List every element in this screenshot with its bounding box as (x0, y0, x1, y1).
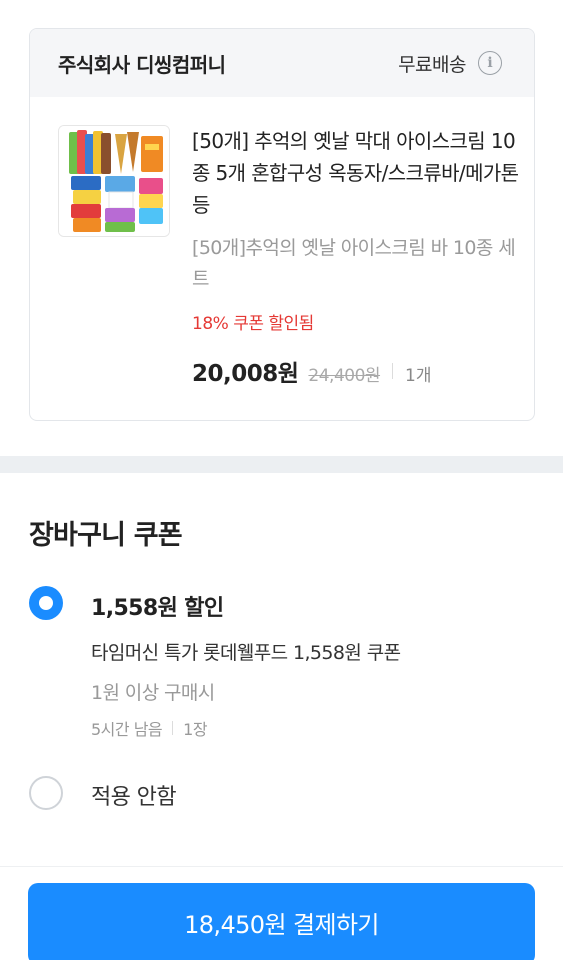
coupon-meta: 5시간 남음 1장 (91, 716, 208, 740)
no-apply-label: 적용 안함 (91, 785, 177, 810)
original-price: 24,400원 (308, 366, 381, 386)
product-title[interactable]: [50개] 추억의 옛날 막대 아이스크림 10종 5개 혼합구성 옥동자/스크… (192, 125, 522, 221)
pay-button[interactable]: 18,450원 결제하기 (28, 883, 535, 960)
coupon-amount: 1,558원 할인 (91, 596, 224, 621)
info-icon[interactable]: i (478, 51, 502, 75)
final-price: 20,008원 (192, 361, 299, 387)
quantity: 1개 (405, 366, 432, 386)
seller-name: 주식회사 디씽컴퍼니 (58, 52, 226, 77)
coupon-time-left: 5시간 남음 (91, 720, 163, 739)
footer-divider (0, 866, 563, 867)
product-info: [50개] 추억의 옛날 막대 아이스크림 10종 5개 혼합구성 옥동자/스크… (192, 125, 522, 388)
radio-selected-icon[interactable] (29, 586, 63, 620)
coupon-name: 타임머신 특가 롯데웰푸드 1,558원 쿠폰 (91, 642, 401, 664)
divider (392, 363, 394, 379)
product-option: [50개]추억의 옛날 아이스크림 바 10종 세트 (192, 237, 516, 290)
coupon-option-none[interactable]: 적용 안함 (29, 776, 329, 812)
ice-cream-assortment-image (59, 126, 169, 236)
shipping-info: 무료배송 i (398, 50, 502, 77)
cart-coupon-page: 주식회사 디씽컴퍼니 무료배송 i [50개] 추억의 옛날 막대 아이스크림 … (0, 0, 563, 960)
coupon-condition: 1원 이상 구매시 (91, 682, 215, 704)
coupon-section-title: 장바구니 쿠폰 (29, 520, 183, 551)
seller-header: 주식회사 디씽컴퍼니 무료배송 i (30, 29, 534, 97)
divider (172, 721, 174, 735)
radio-dot (39, 596, 53, 610)
section-divider (0, 456, 563, 473)
radio-unselected-icon[interactable] (29, 776, 63, 810)
price-line: 20,008원 24,400원 1개 (192, 354, 522, 388)
coupon-applied-text: 18% 쿠폰 할인됨 (192, 314, 314, 334)
seller-card: 주식회사 디씽컴퍼니 무료배송 i [50개] 추억의 옛날 막대 아이스크림 … (29, 28, 535, 421)
coupon-count: 1장 (183, 720, 208, 739)
product-thumbnail[interactable] (58, 125, 170, 237)
shipping-label: 무료배송 (398, 53, 466, 76)
